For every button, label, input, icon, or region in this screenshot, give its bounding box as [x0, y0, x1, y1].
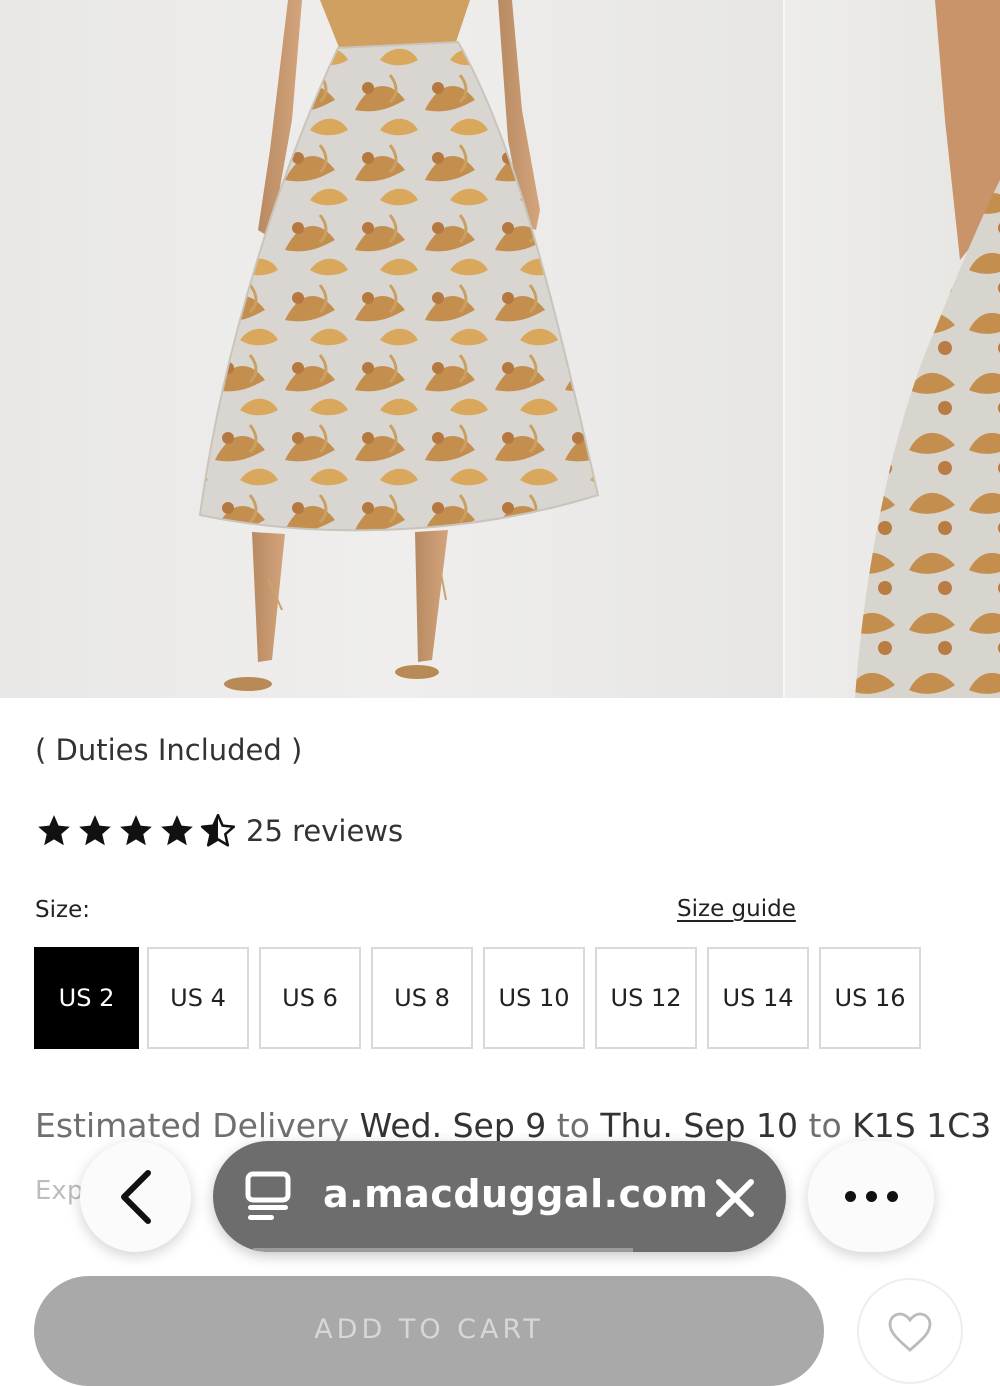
delivery-to-1: to [546, 1106, 601, 1145]
product-image-gallery[interactable] [0, 0, 1000, 698]
size-option-us-4[interactable]: US 4 [147, 947, 249, 1049]
size-option-us-14[interactable]: US 14 [707, 947, 809, 1049]
heart-icon [888, 1312, 932, 1352]
reviews-count[interactable]: 25 reviews [246, 814, 403, 848]
chevron-left-icon [120, 1169, 151, 1224]
dress-illustration [198, 0, 600, 691]
star-full-icon [120, 815, 152, 846]
star-full-icon [161, 815, 193, 846]
duties-note: ( Duties Included ) [35, 733, 303, 767]
close-icon[interactable] [713, 1176, 757, 1224]
star-full-icon [38, 815, 70, 846]
more-options-button[interactable] [808, 1141, 934, 1252]
size-selector: US 2 US 4 US 6 US 8 US 10 US 12 US 14 US… [34, 947, 931, 1049]
back-button[interactable] [80, 1141, 191, 1252]
size-option-us-12[interactable]: US 12 [595, 947, 697, 1049]
address-bar[interactable]: a.macduggal.com [213, 1141, 786, 1252]
product-photo-front[interactable] [0, 0, 785, 698]
delivery-prefix: Estimated Delivery [35, 1106, 360, 1145]
wishlist-button[interactable] [857, 1278, 963, 1384]
delivery-to-2: to [798, 1106, 853, 1145]
size-option-us-16[interactable]: US 16 [819, 947, 921, 1049]
size-option-us-2[interactable]: US 2 [34, 947, 139, 1049]
size-option-us-10[interactable]: US 10 [483, 947, 585, 1049]
delivery-postal-code[interactable]: K1S 1C3 [852, 1106, 991, 1145]
size-option-us-6[interactable]: US 6 [259, 947, 361, 1049]
size-guide-link[interactable]: Size guide [677, 896, 796, 922]
size-option-us-8[interactable]: US 8 [371, 947, 473, 1049]
star-half-icon [200, 813, 236, 847]
star-full-icon [79, 815, 111, 846]
delivery-start-date: Wed. Sep 9 [359, 1106, 547, 1145]
express-shipping-note: Exp [35, 1176, 84, 1206]
product-photo-side[interactable] [785, 0, 1000, 698]
size-label: Size: [35, 897, 90, 923]
add-to-cart-button[interactable]: ADD TO CART [34, 1276, 824, 1386]
page-load-progress [253, 1248, 633, 1252]
delivery-end-date: Thu. Sep 10 [600, 1106, 799, 1145]
url-text[interactable]: a.macduggal.com [323, 1172, 708, 1216]
product-rating[interactable]: 25 reviews [35, 812, 403, 850]
tab-overview-icon[interactable] [243, 1171, 293, 1227]
more-dots-icon [840, 1191, 903, 1202]
dress-side-illustration [855, 0, 1000, 698]
